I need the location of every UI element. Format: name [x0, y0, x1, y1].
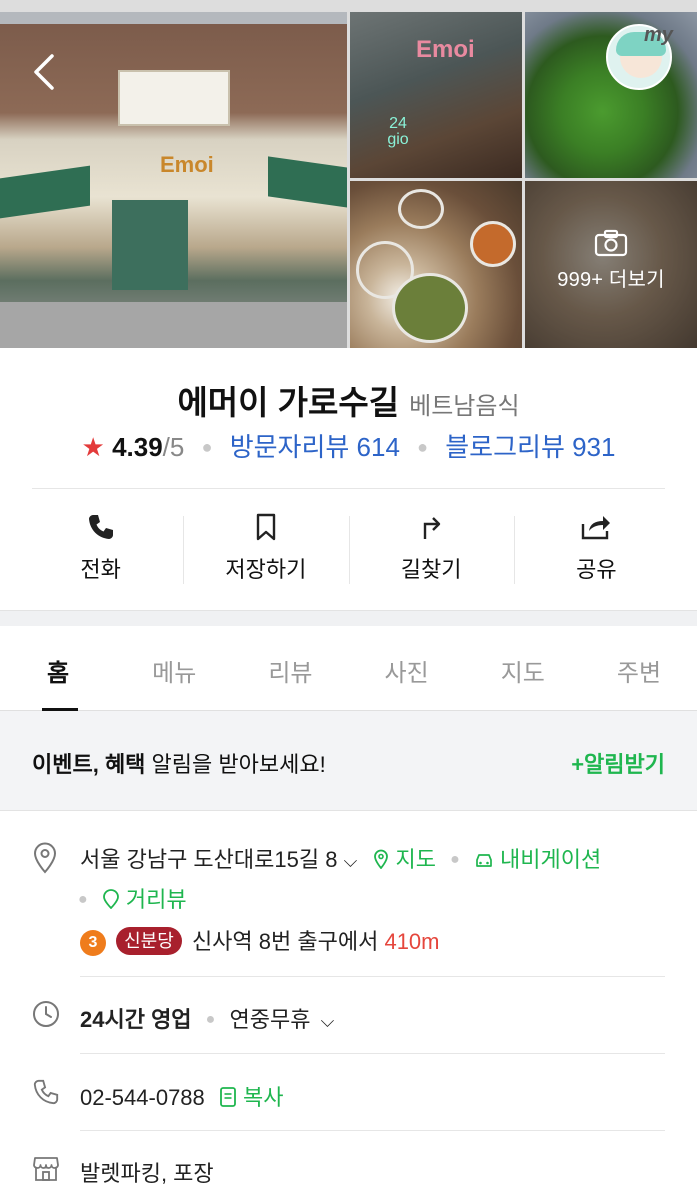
- place-name: 에머이 가로수길: [177, 384, 400, 421]
- chevron-down-icon[interactable]: ⌵: [321, 1011, 335, 1031]
- photo-gallery[interactable]: Emoi Emoi 24 gio 999+ 더보기 my: [0, 0, 697, 348]
- amenities-section: 발렛파킹, 포장: [0, 1152, 697, 1192]
- avatar-tag: my: [644, 24, 673, 46]
- phone-number[interactable]: 02-544-0788: [80, 1085, 205, 1110]
- divider: [80, 976, 665, 977]
- notification-banner: 이벤트, 혜택 알림을 받아보세요! +알림받기: [0, 711, 697, 811]
- photo-more[interactable]: 999+ 더보기: [525, 181, 697, 348]
- chevron-down-icon[interactable]: ⌵: [344, 851, 358, 871]
- map-link[interactable]: 지도: [373, 847, 442, 872]
- call-button[interactable]: 전화: [18, 508, 183, 598]
- tab-map[interactable]: 지도: [465, 627, 581, 710]
- amenities-text: 발렛파킹, 포장: [80, 1161, 214, 1186]
- subway-distance: 410m: [384, 929, 440, 954]
- rating-row: ★ 4.39/5 ● 방문자리뷰 614 ● 블로그리뷰 931: [81, 432, 616, 462]
- hours-section[interactable]: 24시간 영업 ● 연중무휴 ⌵: [0, 998, 697, 1038]
- directions-button[interactable]: 길찾기: [348, 508, 514, 598]
- map-pin-icon: [374, 849, 389, 870]
- banner-sign: [118, 70, 230, 126]
- alert-button-label: +알림받기: [571, 752, 665, 777]
- clock-icon: [33, 1001, 59, 1027]
- location-pin-icon: [33, 842, 57, 874]
- storefront-logo: Emoi: [160, 152, 214, 177]
- copy-label: 복사: [243, 1085, 284, 1110]
- store-icon: [33, 1157, 59, 1181]
- street-view-link[interactable]: 거리뷰: [102, 887, 187, 912]
- tab-reviews[interactable]: 리뷰: [232, 627, 348, 710]
- share-icon: [582, 516, 611, 540]
- neon-logo: Emoi: [416, 36, 475, 63]
- street-view-icon: [102, 889, 119, 910]
- directions-icon: [423, 517, 441, 539]
- tab-photos[interactable]: 사진: [349, 627, 465, 710]
- navigation-link-label: 내비게이션: [500, 847, 602, 872]
- blog-reviews-link[interactable]: 블로그리뷰 931: [445, 432, 615, 462]
- subway-directions: 신사역 8번 출구에서: [191, 929, 379, 954]
- my-avatar[interactable]: my: [606, 24, 673, 90]
- banner-bold: 이벤트, 혜택: [32, 752, 146, 777]
- hours-note: 연중무휴: [229, 1007, 311, 1032]
- bookmark-icon: [256, 513, 276, 541]
- share-button[interactable]: 공유: [513, 508, 679, 598]
- rating-value: 4.39: [112, 432, 163, 462]
- camera-icon: [594, 229, 628, 257]
- divider: [80, 1130, 665, 1131]
- save-button[interactable]: 저장하기: [183, 508, 348, 598]
- map-link-label: 지도: [395, 847, 436, 872]
- address-text[interactable]: 서울 강남구 도산대로15길 8: [80, 847, 337, 872]
- directions-label: 길찾기: [400, 557, 462, 582]
- save-label: 저장하기: [225, 557, 307, 582]
- neon-text: 24 gio: [387, 115, 409, 148]
- hours-text: 24시간 영업: [80, 1007, 192, 1032]
- divider: [32, 488, 665, 489]
- tab-home[interactable]: 홈: [0, 627, 116, 711]
- banner-message: 알림을 받아보세요!: [145, 752, 326, 777]
- subscribe-alert-button[interactable]: +알림받기: [571, 747, 665, 779]
- banner-text: 이벤트, 혜택 알림을 받아보세요!: [32, 747, 326, 779]
- address-section: 서울 강남구 도산대로15길 8 ⌵ 지도 ● 내비게이션 ● 거리뷰 3 신분…: [0, 838, 697, 978]
- place-title: 에머이 가로수길 베트남음식: [0, 376, 697, 424]
- phone-section: 02-544-0788 복사: [0, 1076, 697, 1116]
- more-photos-label[interactable]: 999+ 더보기: [557, 269, 664, 291]
- tab-menu[interactable]: 메뉴: [116, 627, 232, 710]
- subway-line-badge: 3: [80, 930, 106, 956]
- visitor-reviews-link[interactable]: 방문자리뷰 614: [230, 432, 400, 462]
- phone-icon: [88, 515, 113, 539]
- action-bar: 전화 저장하기 길찾기 공유: [18, 508, 679, 598]
- share-label: 공유: [576, 557, 617, 582]
- phone-outline-icon: [33, 1079, 59, 1105]
- rating-max: /5: [162, 432, 185, 462]
- call-label: 전화: [80, 557, 121, 582]
- divider: [80, 1053, 665, 1054]
- back-icon[interactable]: [30, 52, 58, 92]
- main-photo[interactable]: Emoi: [0, 12, 347, 348]
- section-gap: [0, 610, 697, 626]
- street-view-label: 거리뷰: [125, 887, 187, 912]
- subway-line-sinbundang: 신분당: [116, 927, 182, 955]
- tab-bar: 홈 메뉴 리뷰 사진 지도 주변: [0, 627, 697, 711]
- star-icon: ★: [81, 432, 105, 462]
- car-icon: [476, 854, 492, 867]
- tab-nearby[interactable]: 주변: [581, 627, 697, 710]
- copy-button[interactable]: 복사: [219, 1085, 284, 1110]
- photo-table-dishes[interactable]: [350, 181, 522, 348]
- copy-icon: [220, 1087, 236, 1107]
- navigation-link[interactable]: 내비게이션: [474, 847, 601, 872]
- place-category: 베트남음식: [409, 393, 520, 420]
- photo-neon-sign[interactable]: Emoi 24 gio: [350, 12, 522, 178]
